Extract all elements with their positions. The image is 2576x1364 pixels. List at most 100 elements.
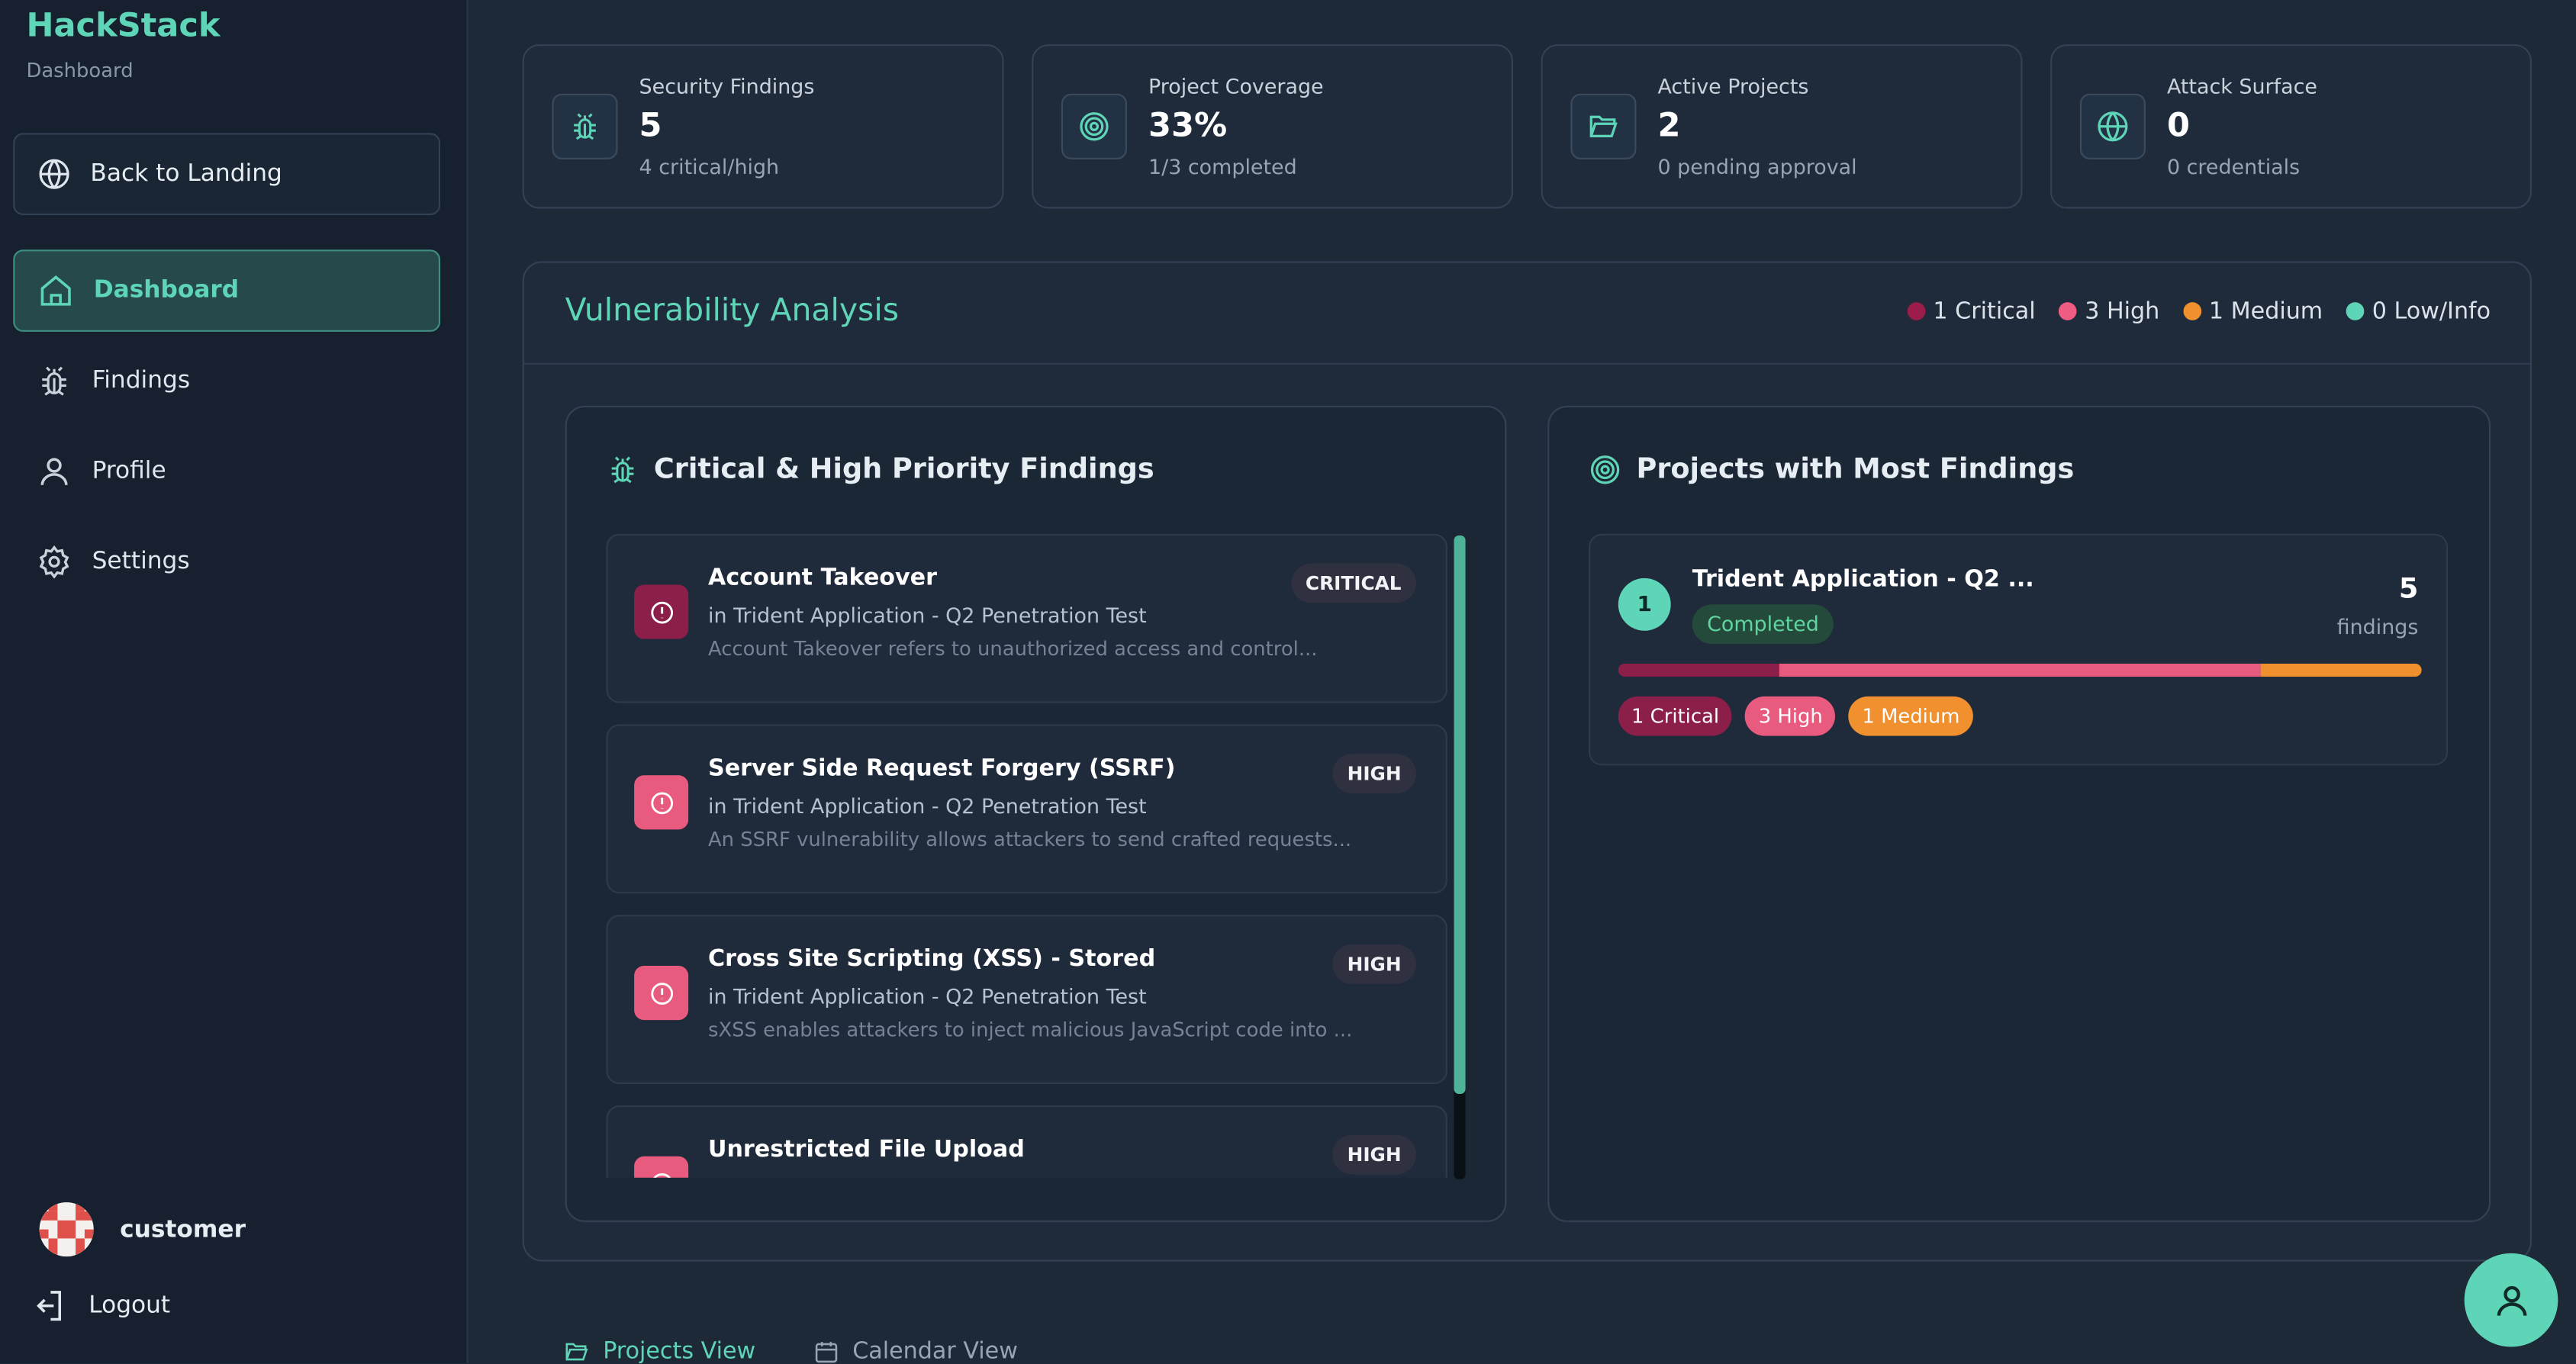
stat-label: Project Coverage	[1148, 73, 1324, 99]
severity-segment-high	[1779, 663, 2262, 677]
finding-description: sXSS enables attackers to inject malicio…	[707, 1018, 1353, 1042]
legend-item-critical: 1 Critical	[1906, 298, 2036, 326]
severity-badge: HIGH	[1332, 1134, 1416, 1175]
logout-button[interactable]: Logout	[30, 1288, 170, 1324]
brand-subtitle: Dashboard	[26, 59, 134, 82]
finding-card[interactable]: Cross Site Scripting (XSS) - Stored in T…	[606, 915, 1447, 1085]
user-icon	[2491, 1280, 2531, 1320]
panel-title-text: Critical & High Priority Findings	[653, 453, 1154, 487]
bug-icon	[552, 93, 618, 159]
stat-subtext: 1/3 completed	[1148, 154, 1297, 179]
stat-subtext: 0 credentials	[2166, 154, 2301, 179]
finding-title: Account Takeover	[707, 565, 937, 592]
bug-icon	[606, 453, 639, 486]
finding-project: in Trident Application - Q2 Penetration …	[707, 983, 1147, 1009]
legend-item-high: 3 High	[2058, 298, 2160, 326]
finding-description: An SSRF vulnerability allows attackers t…	[707, 828, 1352, 851]
severity-segment-medium	[2261, 663, 2422, 677]
user-profile[interactable]: customer	[39, 1202, 246, 1257]
findings-list[interactable]: Account Takeover in Trident Application …	[606, 533, 1451, 1178]
critical-findings-title: Critical & High Priority Findings	[606, 453, 1154, 486]
project-rank: 1	[1618, 577, 1671, 631]
project-card[interactable]: 1 Trident Application - Q2 ... Completed…	[1589, 533, 2449, 766]
findings-scrollbar-thumb[interactable]	[1454, 535, 1466, 1094]
alert-icon	[634, 775, 689, 830]
project-findings-count: 5	[2398, 573, 2419, 606]
severity-legend: 1 Critical 3 High 1 Medium 0 Low/Info	[1906, 298, 2491, 326]
stat-card-attack-surface: Attack Surface 0 0 credentials	[2050, 44, 2532, 209]
sidebar-item-label: Profile	[92, 458, 166, 485]
finding-project: in Trident Application - Q2 Penetration …	[707, 793, 1147, 819]
legend-label: 1 Critical	[1933, 298, 2036, 326]
severity-segment-critical	[1618, 663, 1779, 677]
severity-chips: 1 Critical 3 High 1 Medium	[1618, 696, 1973, 736]
logout-label: Logout	[89, 1292, 171, 1319]
user-name: customer	[120, 1216, 246, 1243]
alert-icon	[634, 1156, 689, 1178]
projects-most-findings-title: Projects with Most Findings	[1589, 453, 2074, 486]
folder-icon	[564, 1339, 590, 1364]
critical-findings-panel: Critical & High Priority Findings Accoun…	[565, 405, 1507, 1222]
stat-value: 2	[1657, 105, 1681, 145]
legend-dot	[1906, 302, 1925, 320]
sidebar-item-label: Settings	[92, 548, 190, 575]
vulnerability-analysis-title: Vulnerability Analysis	[565, 292, 900, 329]
stat-label: Active Projects	[1657, 73, 1809, 99]
back-to-landing-label: Back to Landing	[90, 161, 282, 188]
view-tabs: Projects View Calendar View	[564, 1339, 1018, 1364]
project-name: Trident Application - Q2 ...	[1692, 566, 2034, 594]
legend-label: 0 Low/Info	[2372, 298, 2491, 326]
finding-card[interactable]: Account Takeover in Trident Application …	[606, 533, 1447, 703]
stat-card-security-findings: Security Findings 5 4 critical/high	[522, 44, 1004, 209]
finding-description: Account Takeover refers to unauthorized …	[707, 637, 1318, 661]
finding-title: Server Side Request Forgery (SSRF)	[707, 755, 1176, 782]
severity-badge: HIGH	[1332, 944, 1416, 984]
status-badge: Completed	[1692, 604, 1834, 645]
stat-value: 33%	[1148, 105, 1228, 145]
globe-icon	[38, 158, 71, 191]
sidebar-item-settings[interactable]: Settings	[13, 521, 440, 603]
bug-icon	[36, 363, 72, 399]
home-icon	[38, 272, 74, 308]
legend-dot	[2058, 302, 2077, 320]
divider	[523, 362, 2530, 365]
legend-label: 3 High	[2085, 298, 2160, 326]
severity-chip-high: 3 High	[1745, 696, 1836, 736]
alert-icon	[634, 966, 689, 1021]
legend-item-low-info: 0 Low/Info	[2346, 299, 2491, 325]
finding-card[interactable]: Unrestricted File Upload HIGH	[606, 1105, 1447, 1178]
sidebar-item-findings[interactable]: Findings	[13, 340, 440, 423]
brand-title[interactable]: HackStack	[26, 5, 220, 44]
severity-distribution-bar	[1618, 663, 2422, 677]
alert-icon	[634, 584, 689, 639]
avatar[interactable]	[39, 1202, 94, 1257]
tab-label: Projects View	[603, 1338, 756, 1364]
stat-label: Security Findings	[639, 73, 815, 99]
stat-card-project-coverage: Project Coverage 33% 1/3 completed	[1032, 44, 1514, 209]
assistant-fab-button[interactable]	[2464, 1253, 2558, 1347]
tab-calendar-view[interactable]: Calendar View	[813, 1339, 1018, 1364]
stat-card-active-projects: Active Projects 2 0 pending approval	[1541, 44, 2023, 209]
globe-icon	[2079, 93, 2146, 159]
sidebar-item-label: Findings	[92, 368, 191, 394]
stat-subtext: 4 critical/high	[639, 154, 780, 179]
target-icon	[1061, 93, 1128, 159]
sidebar-item-dashboard[interactable]: Dashboard	[13, 249, 441, 332]
vulnerability-analysis-card: Vulnerability Analysis 1 Critical 3 High…	[522, 261, 2532, 1262]
folder-icon	[1570, 93, 1637, 159]
severity-chip-critical: 1 Critical	[1618, 696, 1733, 736]
project-findings-count-label: findings	[2336, 614, 2419, 639]
sidebar-item-profile[interactable]: Profile	[13, 430, 440, 513]
legend-label: 1 Medium	[2208, 298, 2323, 326]
tab-projects-view[interactable]: Projects View	[564, 1338, 756, 1364]
stat-value: 0	[2166, 105, 2190, 145]
back-to-landing-button[interactable]: Back to Landing	[13, 133, 441, 216]
panel-title-text: Projects with Most Findings	[1636, 453, 2075, 487]
stat-value: 5	[639, 105, 662, 145]
legend-dot	[2182, 302, 2201, 320]
app-root: HackStack Dashboard Back to Landing Dash…	[0, 0, 2576, 1364]
sidebar-item-label: Dashboard	[93, 277, 240, 304]
finding-project: in Trident Application - Q2 Penetration …	[707, 603, 1147, 628]
finding-card[interactable]: Server Side Request Forgery (SSRF) in Tr…	[606, 724, 1447, 894]
severity-badge: HIGH	[1332, 754, 1416, 793]
